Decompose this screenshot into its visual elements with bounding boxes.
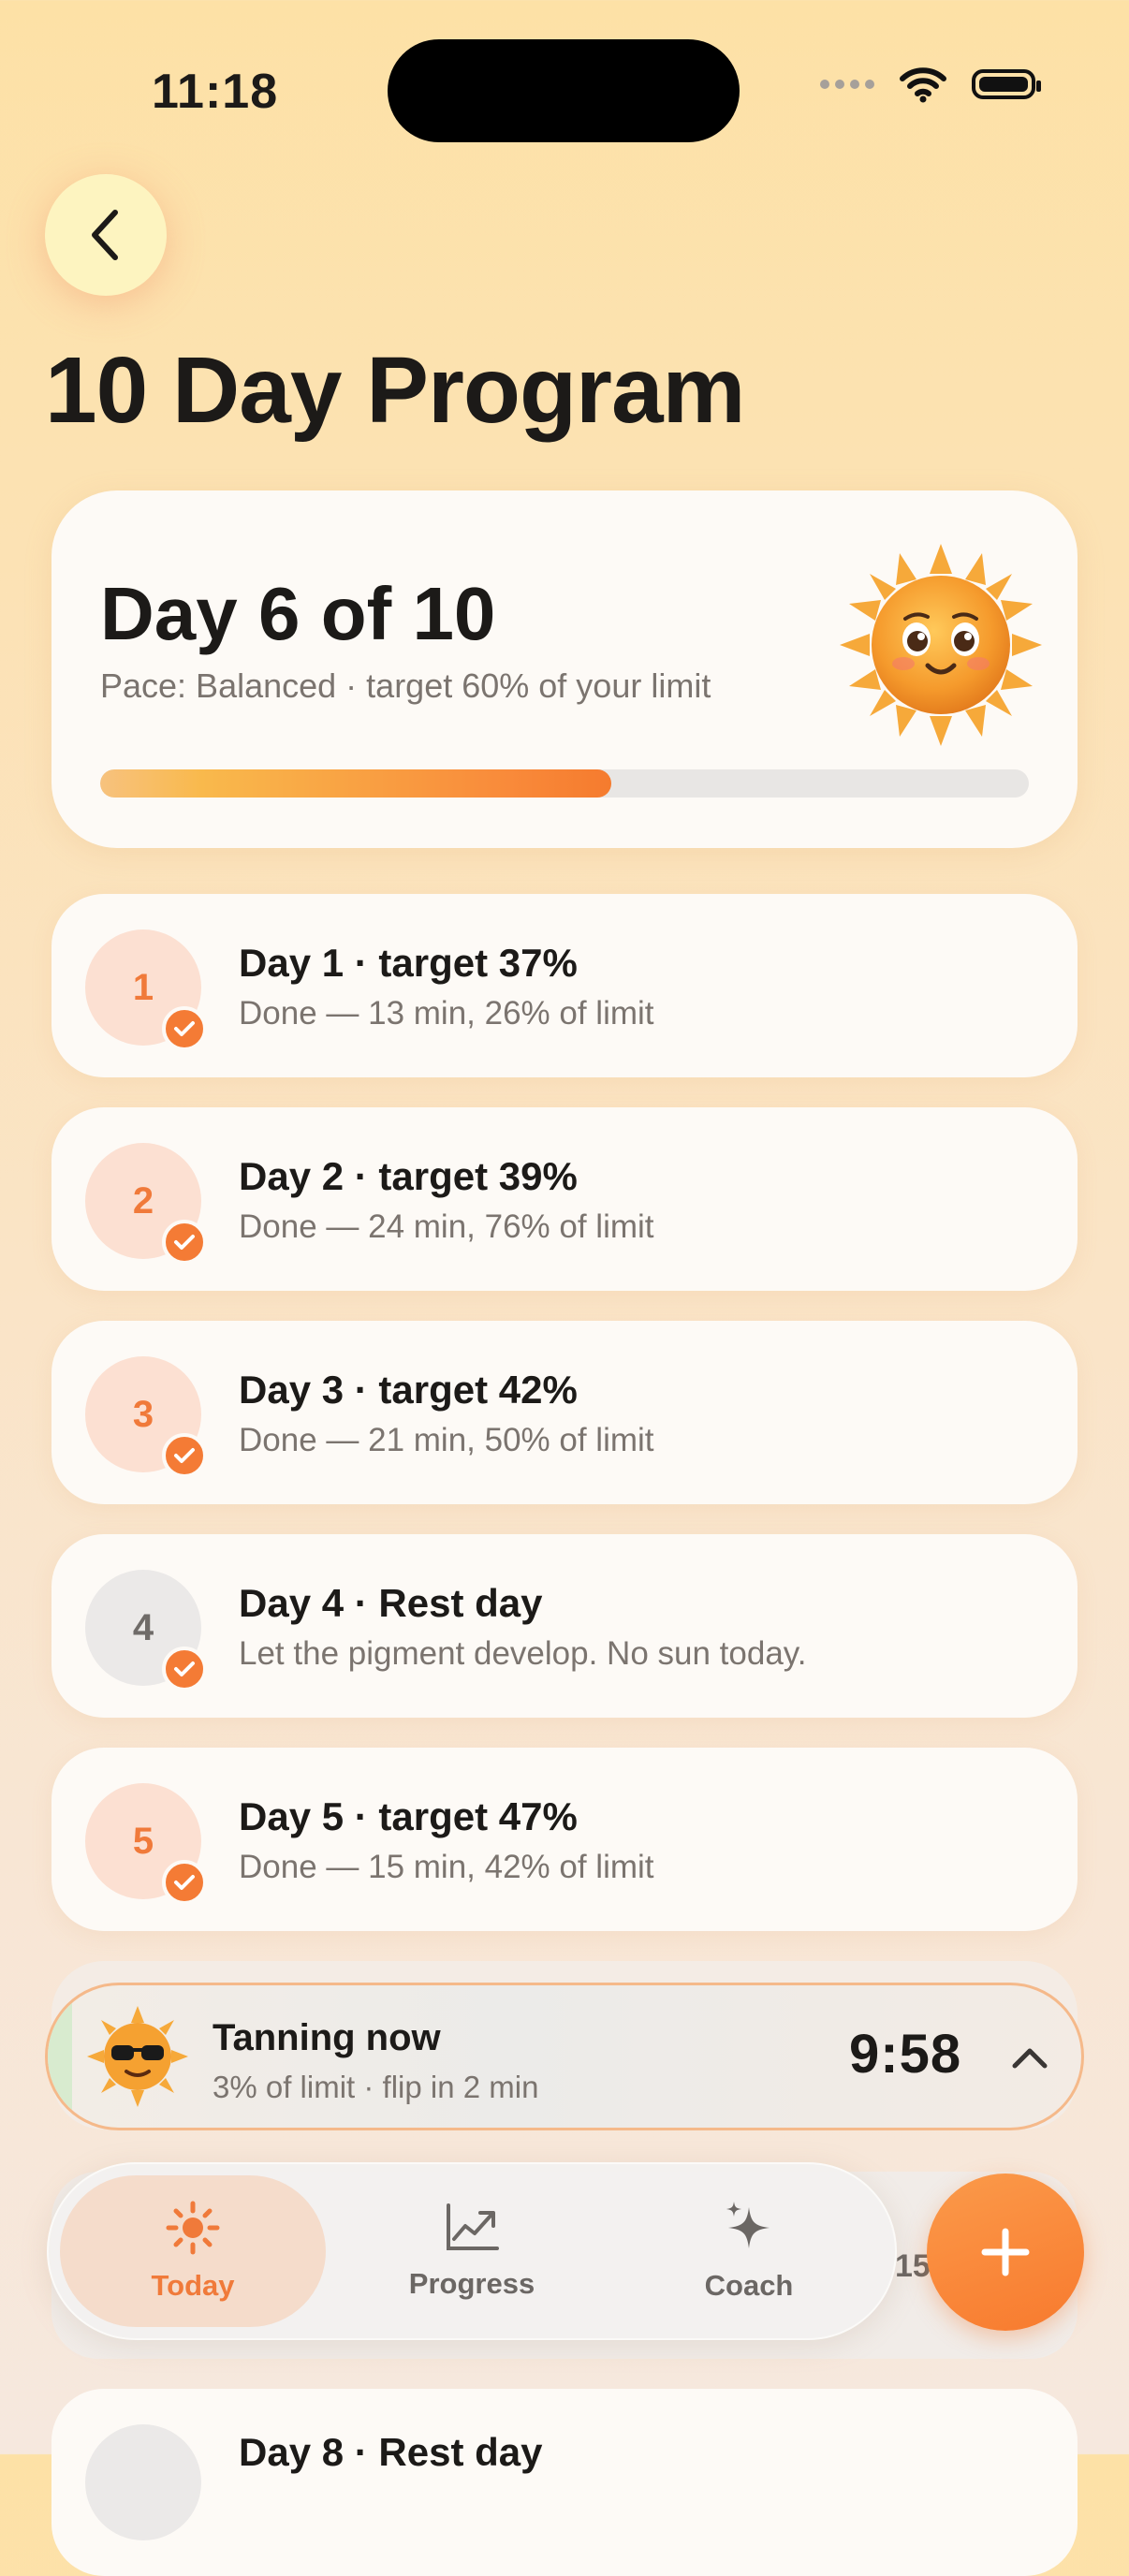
day-title: Day 8 · Rest day [239, 2430, 543, 2474]
sun-sunglasses-icon [87, 2006, 188, 2107]
day-number: 2 [132, 1179, 154, 1222]
day-title: Day 4 · Rest day [239, 1581, 543, 1625]
day-card-1[interactable]: 1 Day 1 · target 37% Done — 13 min, 26% … [51, 894, 1078, 1077]
tab-bar: Today Progress Coach [47, 2162, 897, 2340]
day-subtitle: Done — 15 min, 42% of limit [239, 1849, 654, 1885]
page-title: 10 Day Program [45, 338, 745, 443]
expand-button[interactable] [1006, 2034, 1053, 2081]
checkmark-icon [162, 1433, 207, 1478]
chevron-left-icon [92, 210, 118, 260]
chevron-up-icon [1012, 2048, 1048, 2069]
checkmark-icon [162, 1220, 207, 1265]
day-subtitle: Done — 13 min, 26% of limit [239, 995, 654, 1032]
wifi-icon [900, 67, 946, 103]
tab-label: Progress [408, 2267, 535, 2300]
current-day-title: Day 6 of 10 [100, 572, 496, 655]
day-title: Day 2 · target 39% [239, 1154, 578, 1198]
status-indicators [820, 66, 1041, 103]
tanning-timer: 9:58 [849, 2024, 962, 2085]
day-number-badge: 2 [85, 1143, 207, 1265]
sparkle-icon [726, 2202, 770, 2248]
status-time: 11:18 [152, 65, 279, 119]
day-number-badge [85, 2424, 201, 2540]
day-card-4[interactable]: 4 Day 4 · Rest day Let the pigment devel… [51, 1534, 1078, 1718]
checkmark-icon [162, 1647, 207, 1691]
day-subtitle: Done — 24 min, 76% of limit [239, 1208, 654, 1245]
pace-subtitle: Pace: Balanced · target 60% of your limi… [100, 666, 711, 705]
day-number: 1 [132, 966, 154, 1008]
day-number-badge: 5 [85, 1783, 207, 1905]
add-button[interactable] [927, 2174, 1084, 2331]
day-number-badge: 1 [85, 929, 207, 1051]
cellular-signal-icon [820, 80, 874, 89]
tab-today[interactable]: Today [60, 2175, 326, 2327]
day-title: Day 5 · target 47% [239, 1794, 578, 1838]
sun-mascot-icon [840, 544, 1042, 746]
day-number-badge: 3 [85, 1356, 207, 1478]
day-title: Day 1 · target 37% [239, 941, 578, 985]
tanning-subtitle: 3% of limit · flip in 2 min [213, 2070, 539, 2104]
checkmark-icon [162, 1006, 207, 1051]
day-subtitle: Done — 21 min, 50% of limit [239, 1422, 654, 1458]
tab-progress[interactable]: Progress [339, 2175, 605, 2327]
tanning-title: Tanning now [213, 2017, 441, 2058]
sun-icon [166, 2201, 220, 2255]
day-title: Day 3 · target 42% [239, 1368, 578, 1412]
day-number-badge: 4 [85, 1570, 207, 1691]
checkmark-icon [162, 1860, 207, 1905]
back-button[interactable] [45, 174, 167, 296]
chart-icon [447, 2203, 499, 2250]
program-summary-card: Day 6 of 10 Pace: Balanced · target 60% … [51, 490, 1078, 848]
program-progress-fill [100, 769, 611, 798]
tab-coach[interactable]: Coach [616, 2175, 882, 2327]
day-subtitle: Let the pigment develop. No sun today. [239, 1635, 807, 1672]
day-card-3[interactable]: 3 Day 3 · target 42% Done — 21 min, 50% … [51, 1321, 1078, 1504]
day-number: 3 [132, 1393, 154, 1435]
program-progress-bar [100, 769, 1029, 798]
tanning-progress-edge [48, 1985, 72, 2128]
plus-icon [981, 2228, 1030, 2276]
day-card-2[interactable]: 2 Day 2 · target 39% Done — 24 min, 76% … [51, 1107, 1078, 1291]
peek-text: 15 [895, 2248, 931, 2284]
battery-icon [972, 69, 1041, 99]
day-card-8[interactable]: Day 8 · Rest day [51, 2389, 1078, 2576]
day-number: 4 [132, 1606, 154, 1648]
dynamic-island [388, 39, 740, 142]
tab-label: Coach [704, 2269, 794, 2302]
tanning-now-bar[interactable]: Tanning now 3% of limit · flip in 2 min … [45, 1983, 1084, 2130]
tab-label: Today [151, 2269, 235, 2302]
day-card-5[interactable]: 5 Day 5 · target 47% Done — 15 min, 42% … [51, 1748, 1078, 1931]
day-number: 5 [132, 1820, 154, 1862]
